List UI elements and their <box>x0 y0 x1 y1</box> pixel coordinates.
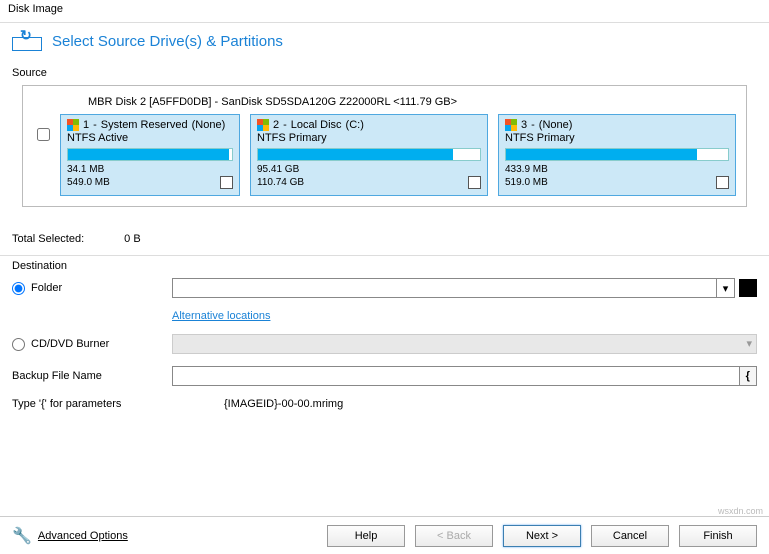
partition-3[interactable]: 3 - (None) NTFS Primary 433.9 MB 519.0 M… <box>498 114 736 196</box>
windows-icon <box>67 119 79 131</box>
usage-bar <box>505 148 729 161</box>
partition-total: 549.0 MB <box>67 177 233 190</box>
folder-label: Folder <box>31 282 62 294</box>
partition-num: 3 <box>521 119 527 131</box>
partition-fs: NTFS Primary <box>257 132 481 144</box>
help-button[interactable]: Help <box>327 525 405 547</box>
page-header: ↻ Select Source Drive(s) & Partitions <box>0 23 769 63</box>
partition-name: System Reserved <box>101 119 188 131</box>
backup-filename-input[interactable] <box>172 366 740 386</box>
cddvd-select: ▾ <box>172 334 757 354</box>
partition-checkbox[interactable] <box>220 176 233 189</box>
destination-label: Destination <box>12 260 757 272</box>
total-selected-label: Total Selected: <box>12 233 84 245</box>
browse-folder-button[interactable] <box>739 279 757 297</box>
advanced-options-link[interactable]: Advanced Options <box>38 530 128 542</box>
folder-dropdown[interactable]: ▾ <box>717 278 735 298</box>
footer-bar: 🔧 Advanced Options Help < Back Next > Ca… <box>0 516 769 554</box>
partition-used: 95.41 GB <box>257 164 481 177</box>
partition-total: 110.74 GB <box>257 177 481 190</box>
partition-drive: (None) <box>192 119 226 131</box>
wrench-icon: 🔧 <box>12 526 32 546</box>
partition-2[interactable]: 2 - Local Disc (C:) NTFS Primary 95.41 G… <box>250 114 488 196</box>
page-title: Select Source Drive(s) & Partitions <box>52 33 283 50</box>
partition-total: 519.0 MB <box>505 177 729 190</box>
windows-icon <box>505 119 517 131</box>
alternative-locations-link[interactable]: Alternative locations <box>172 310 270 322</box>
partition-checkbox[interactable] <box>468 176 481 189</box>
filename-template: {IMAGEID}-00-00.mrimg <box>172 398 757 410</box>
partition-name: Local Disc <box>291 119 342 131</box>
usage-bar <box>67 148 233 161</box>
partition-used: 433.9 MB <box>505 164 729 177</box>
params-hint: Type '{' for parameters <box>12 398 172 410</box>
folder-radio[interactable] <box>12 282 25 295</box>
drive-icon: ↻ <box>12 31 42 51</box>
partition-drive: (None) <box>539 119 573 131</box>
partition-drive: (C:) <box>346 119 364 131</box>
watermark: wsxdn.com <box>718 506 763 516</box>
partition-fs: NTFS Primary <box>505 132 729 144</box>
partition-checkbox[interactable] <box>716 176 729 189</box>
source-label: Source <box>0 63 769 83</box>
source-panel: MBR Disk 2 [A5FFD0DB] - SanDisk SD5SDA12… <box>22 85 747 207</box>
usage-bar <box>257 148 481 161</box>
totals-row: Total Selected: 0 B <box>0 215 769 255</box>
insert-param-button[interactable]: { <box>740 366 757 386</box>
partition-1[interactable]: 1 - System Reserved (None) NTFS Active 3… <box>60 114 240 196</box>
partition-num: 2 <box>273 119 279 131</box>
partition-used: 34.1 MB <box>67 164 233 177</box>
windows-icon <box>257 119 269 131</box>
next-button[interactable]: Next > <box>503 525 581 547</box>
folder-input[interactable] <box>172 278 717 298</box>
partition-fs: NTFS Active <box>67 132 233 144</box>
backup-name-label: Backup File Name <box>12 370 172 382</box>
cddvd-label: CD/DVD Burner <box>31 338 109 350</box>
cancel-button[interactable]: Cancel <box>591 525 669 547</box>
chevron-down-icon: ▾ <box>746 337 752 350</box>
partitions-row: 1 - System Reserved (None) NTFS Active 3… <box>60 114 736 196</box>
window-title: Disk Image <box>0 0 769 22</box>
total-selected-value: 0 B <box>124 233 141 245</box>
back-button: < Back <box>415 525 493 547</box>
chevron-down-icon: ▾ <box>723 282 729 295</box>
cddvd-radio[interactable] <box>12 338 25 351</box>
finish-button[interactable]: Finish <box>679 525 757 547</box>
disk-checkbox[interactable] <box>37 128 50 141</box>
partition-num: 1 <box>83 119 89 131</box>
disk-label: MBR Disk 2 [A5FFD0DB] - SanDisk SD5SDA12… <box>88 96 736 108</box>
